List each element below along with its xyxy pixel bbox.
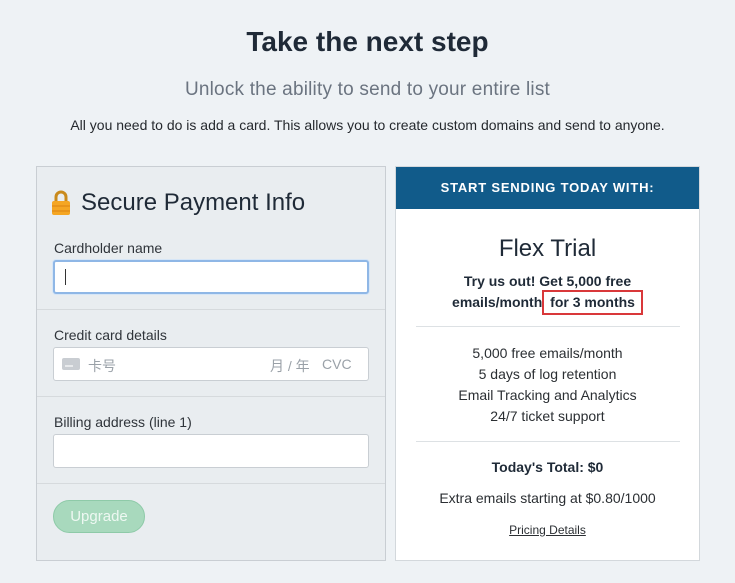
plan-pitch: Try us out! Get 5,000 free emails/month …: [396, 271, 699, 315]
feature-item: 5,000 free emails/month: [472, 345, 623, 361]
page-subtitle: Unlock the ability to send to your entir…: [184, 79, 551, 100]
plan-divider: [416, 326, 680, 327]
billing-address-input[interactable]: [53, 434, 369, 468]
card-number-input[interactable]: 卡号: [88, 356, 116, 376]
page-title: Take the next step: [246, 26, 489, 57]
plan-panel: START SENDING TODAY WITH: Flex Trial Try…: [395, 166, 700, 561]
plan-header: START SENDING TODAY WITH:: [396, 167, 699, 209]
payment-panel: Secure Payment Info Cardholder name Cred…: [36, 166, 386, 561]
payment-header: Secure Payment Info: [51, 187, 305, 219]
plan-name: Flex Trial: [498, 235, 597, 262]
card-details-label: Credit card details: [54, 327, 167, 343]
extra-emails-price: Extra emails starting at $0.80/1000: [439, 490, 656, 506]
upgrade-button[interactable]: Upgrade: [53, 500, 145, 533]
trial-duration-highlight: for 3 months: [542, 290, 643, 315]
plan-divider: [416, 441, 680, 442]
billing-address-label: Billing address (line 1): [54, 414, 192, 430]
lock-icon: [52, 190, 70, 215]
pricing-details-link[interactable]: Pricing Details: [396, 523, 699, 537]
credit-card-field[interactable]: 卡号 月 / 年 CVC: [53, 347, 369, 381]
text-caret: [65, 269, 66, 285]
section-divider: [37, 396, 385, 397]
plan-pitch-line1: Try us out! Get 5,000 free: [463, 273, 632, 289]
credit-card-icon: [62, 358, 80, 370]
card-cvc-input[interactable]: CVC: [322, 356, 352, 372]
feature-item: 5 days of log retention: [478, 366, 617, 382]
trial-duration: for 3 months: [550, 294, 635, 310]
card-expiry-input[interactable]: 月 / 年: [270, 356, 310, 376]
plan-pitch-line2: emails/month for 3 months: [396, 290, 699, 315]
cardholder-name-input[interactable]: [53, 260, 369, 294]
payment-title: Secure Payment Info: [81, 189, 306, 216]
plan-features: 5,000 free emails/month 5 days of log re…: [396, 343, 699, 427]
feature-item: 24/7 ticket support: [490, 408, 605, 424]
section-divider: [37, 483, 385, 484]
todays-total: Today's Total: $0: [491, 459, 604, 475]
page-description: All you need to do is add a card. This a…: [70, 117, 665, 133]
section-divider: [37, 309, 385, 310]
cardholder-label: Cardholder name: [54, 240, 163, 256]
feature-item: Email Tracking and Analytics: [458, 387, 637, 403]
plan-pitch-emails: emails/month: [452, 294, 543, 310]
